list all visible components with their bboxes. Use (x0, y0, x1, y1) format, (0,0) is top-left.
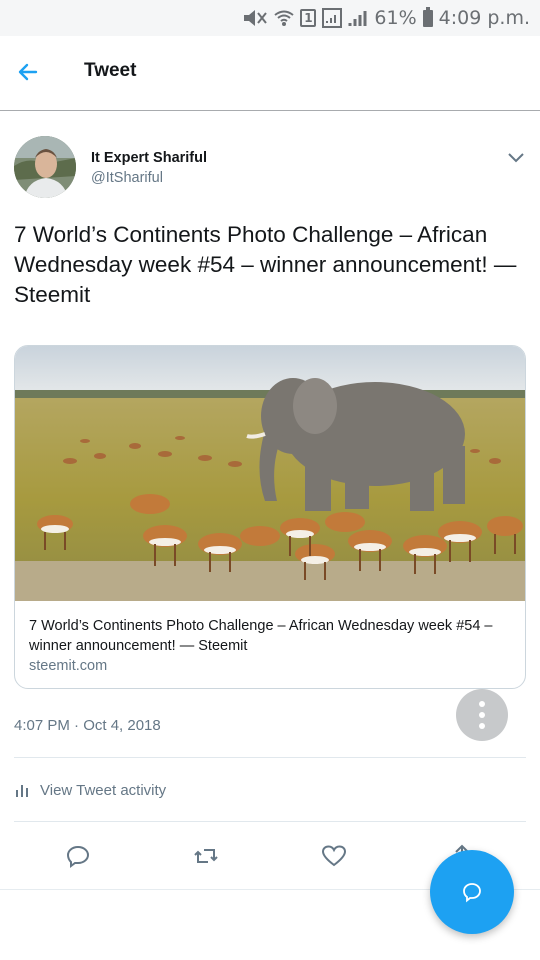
link-card[interactable]: 7 World’s Continents Photo Challenge – A… (14, 345, 526, 689)
clock: 4:09 p.m. (438, 7, 530, 29)
card-domain: steemit.com (29, 658, 108, 674)
activity-label: View Tweet activity (40, 781, 167, 799)
wifi-icon (274, 9, 295, 27)
page-title: Tweet (84, 60, 137, 81)
status-icons: 1 61% 4:09 p.m. (242, 6, 530, 30)
like-icon (321, 845, 347, 867)
divider (14, 757, 526, 758)
tweet-options-button[interactable] (506, 150, 526, 166)
status-bar: 1 61% 4:09 p.m. (0, 0, 540, 36)
signal-icon (348, 9, 368, 27)
analytics-icon (16, 785, 28, 797)
overflow-menu-button[interactable] (456, 689, 508, 741)
mute-icon (242, 9, 268, 27)
more-dot-icon (479, 701, 485, 707)
battery-icon (422, 6, 433, 27)
sim-icon: 1 (300, 9, 317, 27)
reply-button[interactable] (64, 842, 92, 870)
retweet-icon (194, 849, 218, 863)
like-button[interactable] (320, 842, 348, 870)
compose-reply-button[interactable] (430, 850, 514, 934)
tweet-timestamp: 4:07 PM · Oct 4, 2018 (14, 717, 161, 734)
app-header: Tweet (0, 36, 540, 111)
card-body: 7 World’s Continents Photo Challenge – A… (29, 616, 513, 676)
author-name[interactable]: It Expert Shariful (91, 150, 207, 166)
card-image (15, 346, 525, 601)
battery-percent: 61% (374, 7, 417, 29)
author-handle[interactable]: @ItShariful (91, 170, 163, 186)
more-dot-icon (479, 712, 485, 718)
arrow-left-icon (18, 63, 38, 81)
reply-icon (66, 845, 90, 868)
signal-box-icon (322, 8, 343, 28)
tweet-text: 7 World’s Continents Photo Challenge – A… (14, 222, 517, 307)
chevron-down-icon (508, 153, 524, 163)
reply-bubble-icon (463, 883, 481, 903)
retweet-button[interactable] (192, 842, 220, 870)
back-button[interactable] (14, 58, 42, 86)
more-dot-icon (479, 723, 485, 729)
avatar[interactable] (14, 136, 76, 198)
view-tweet-activity-button[interactable]: View Tweet activity (14, 776, 166, 804)
divider (14, 821, 526, 822)
card-title: 7 World’s Continents Photo Challenge – A… (29, 618, 493, 654)
